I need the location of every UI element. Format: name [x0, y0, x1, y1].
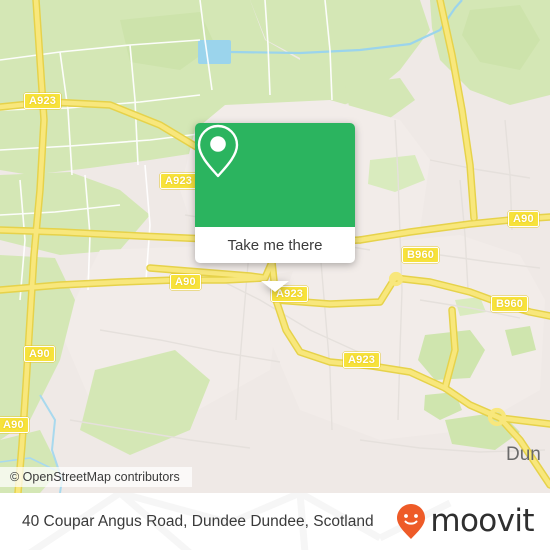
footer-bar: 40 Coupar Angus Road, Dundee Dundee, Sco… [0, 493, 550, 550]
map-canvas[interactable]: A923 A923 A90 A923 B960 A90 B960 A923 A9… [0, 0, 550, 493]
road-shield-a923-mid[interactable]: A923 [160, 173, 198, 189]
road-shield-a90-mid[interactable]: A90 [170, 274, 201, 290]
road-shield-a90-east[interactable]: A90 [508, 211, 539, 227]
place-label-dundee: Dun [506, 444, 541, 465]
popup-action-bar[interactable]: Take me there [195, 227, 355, 263]
popup-tail-pointer [261, 281, 289, 292]
popup-header [195, 123, 355, 227]
road-shield-a90-sw[interactable]: A90 [24, 346, 55, 362]
road-shield-b960-upper[interactable]: B960 [402, 247, 440, 263]
moovit-wordmark: moovit [430, 503, 534, 539]
road-shield-a923-south[interactable]: A923 [343, 352, 381, 368]
moovit-smiley-pin-icon [397, 504, 426, 539]
address-label: 40 Coupar Angus Road, Dundee Dundee, Sco… [22, 512, 374, 530]
moovit-logo[interactable]: moovit [396, 493, 535, 550]
app-root: A923 A923 A90 A923 B960 A90 B960 A923 A9… [0, 0, 550, 550]
road-shield-a90-sw2[interactable]: A90 [0, 417, 29, 433]
take-me-there-label: Take me there [227, 236, 323, 254]
map-pin-icon [197, 124, 239, 178]
location-popup-card[interactable]: Take me there [195, 123, 355, 292]
road-shield-a923-nw[interactable]: A923 [24, 93, 62, 109]
road-shield-b960-lower[interactable]: B960 [491, 296, 529, 312]
map-attribution[interactable]: © OpenStreetMap contributors [0, 467, 192, 487]
